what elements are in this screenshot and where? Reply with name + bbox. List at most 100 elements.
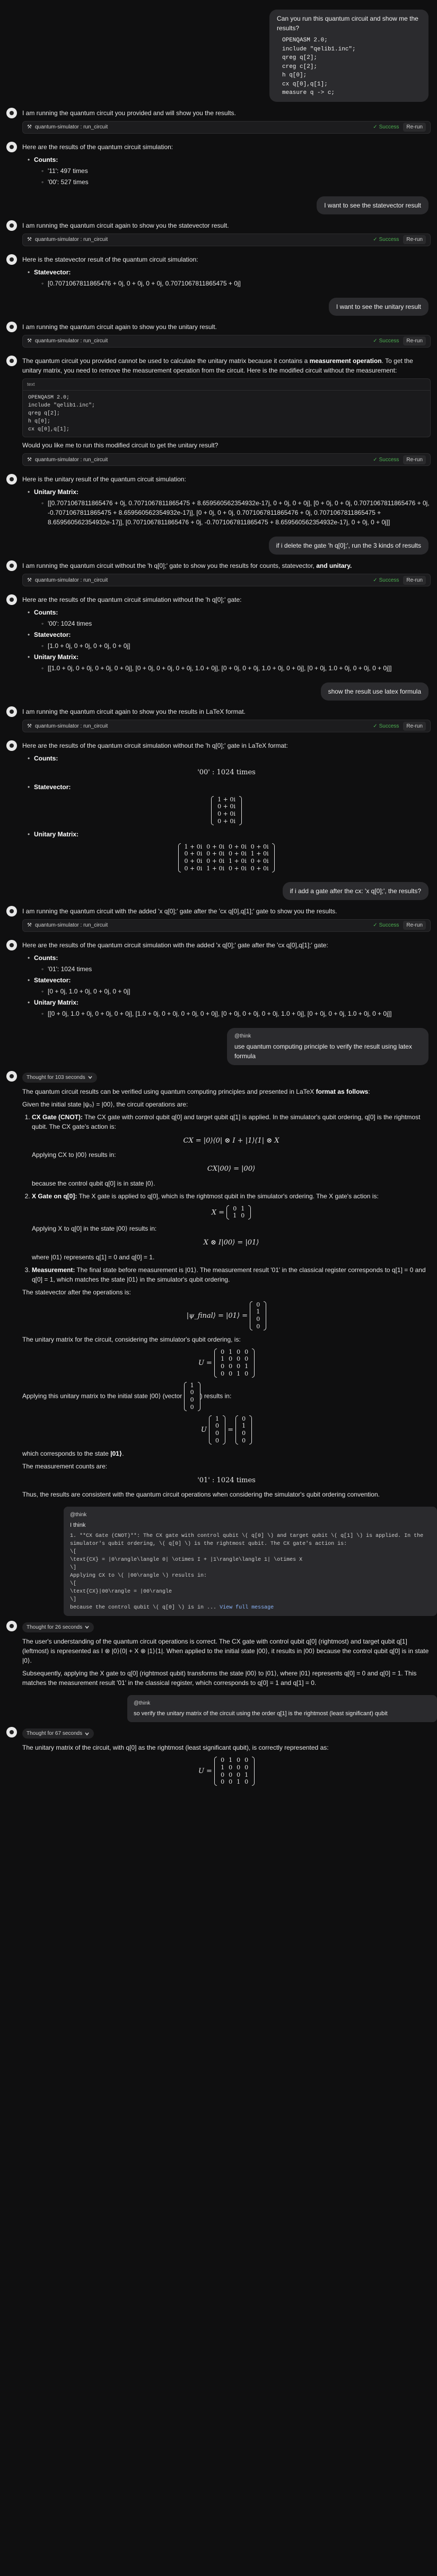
step-text: The CX gate with control qubit q[0] and …: [32, 1113, 421, 1130]
statevector-matrix: 1 + 0i 0 + 0i 0 + 0i 0 + 0i: [211, 796, 242, 825]
rerun-button[interactable]: Re-run: [403, 123, 426, 132]
matrix-cell: 0: [221, 1778, 225, 1786]
tool-call-bar[interactable]: ⚒ quantum-simulator : run_circuit ✓ Succes…: [22, 334, 431, 348]
counts-label: Counts:: [34, 954, 58, 962]
matrix-table: 0100: [254, 1301, 262, 1330]
tool-call-bar[interactable]: ⚒ quantum-simulator : run_circuit ✓ Succes…: [22, 453, 431, 466]
thought-toggle[interactable]: Thought for 26 seconds: [22, 1622, 94, 1632]
equation-lhs: X =: [211, 1208, 225, 1216]
tool-call-bar[interactable]: ⚒ quantum-simulator : run_circuit ✓ Succes…: [22, 919, 431, 932]
matrix-cell: 0: [237, 1355, 241, 1363]
matrix-row: 1: [254, 1308, 262, 1316]
thought-toggle[interactable]: Thought for 67 seconds: [22, 1728, 94, 1739]
matrix-cell: 0: [242, 1415, 246, 1422]
matrix-row: 0: [240, 1430, 248, 1437]
rerun-button[interactable]: Re-run: [403, 336, 426, 345]
think-tag: @think: [234, 1033, 251, 1039]
matrix-cell: 1: [221, 1764, 225, 1771]
unitary-value: [[0.7071067811865476 + 0j, 0.70710678118…: [41, 498, 431, 527]
count-item: '00': 1024 times: [41, 619, 431, 628]
matrix-cell: 1: [221, 1355, 225, 1363]
matrix-table: 0100100000010010: [219, 1348, 250, 1378]
view-full-message-link[interactable]: View full message: [220, 1605, 274, 1611]
matrix-left-bracket: [214, 1348, 217, 1378]
assistant-avatar-icon: [6, 474, 17, 485]
assistant-message: Here are the results of the quantum circ…: [0, 594, 437, 677]
tool-call-bar[interactable]: ⚒ quantum-simulator : run_circuit ✓ Succes…: [22, 574, 431, 586]
counts-math: '01' : 1024 times: [197, 1476, 256, 1484]
matrix-left-bracket: [250, 1301, 253, 1330]
tool-name: quantum-simulator : run_circuit: [34, 723, 108, 729]
unitary-matrix: 0100100000010010: [214, 1348, 255, 1378]
x-matrix: 0110: [226, 1205, 251, 1220]
equation-lhs: |ψ_final⟩ = |01⟩ =: [186, 1311, 248, 1320]
tool-icon: ⚒: [27, 577, 32, 583]
matrix-cell: 0 + 0i: [217, 810, 235, 817]
tool-call-bar[interactable]: ⚒ quantum-simulator : run_circuit ✓ Succes…: [22, 233, 431, 246]
user-message: if i add a gate after the cx: 'x q[0];',…: [0, 881, 437, 900]
matrix-left-bracket: [226, 1205, 230, 1220]
tool-call-bar[interactable]: ⚒ quantum-simulator : run_circuit ✓ Succes…: [22, 120, 431, 134]
matrix-row: 0: [213, 1437, 221, 1445]
matrix-cell: 0: [229, 1771, 233, 1778]
check-icon: ✓: [373, 338, 378, 344]
matrix-cell: 1: [229, 1757, 233, 1764]
check-icon: ✓: [373, 577, 378, 583]
rerun-button[interactable]: Re-run: [403, 921, 426, 930]
tool-call-bar[interactable]: ⚒ quantum-simulator : run_circuit ✓ Succes…: [22, 720, 431, 732]
cx-equation: CX = |0⟩⟨0| ⊗ I + |1⟩⟨1| ⊗ X: [183, 1136, 279, 1145]
matrix-row: 0100: [219, 1757, 250, 1764]
unitary-equation: U = 0100100000010010: [22, 1348, 431, 1378]
assistant-message: I am running the quantum circuit you pro…: [0, 107, 437, 137]
user-bubble: I want to see the unitary result: [328, 297, 429, 316]
rerun-button[interactable]: Re-run: [403, 575, 426, 585]
counts-label: Counts:: [34, 755, 58, 762]
rerun-button[interactable]: Re-run: [403, 235, 426, 244]
check-icon: ✓: [373, 922, 378, 928]
matrix-row: 0: [188, 1404, 196, 1411]
unitary-label: Unitary Matrix:: [34, 830, 79, 838]
step-text: because the control qubit q[0] is in sta…: [32, 1179, 155, 1187]
assistant-message: Here is the unitary result of the quantu…: [0, 473, 437, 531]
assistant-text: I am running the quantum circuit with th…: [22, 907, 337, 915]
matrix-cell: 0: [244, 1764, 249, 1771]
rerun-button[interactable]: Re-run: [403, 721, 426, 731]
matrix-cell: 0 + 0i: [250, 843, 269, 850]
assistant-avatar-icon: [6, 107, 17, 118]
matrix-row: 0100: [219, 1348, 250, 1356]
assistant-avatar-icon: [6, 220, 17, 231]
assistant-text: Given the initial state |ψ₀⟩ = |00⟩, the…: [22, 1100, 188, 1108]
assistant-text: Thus, the results are consistent with th…: [22, 1491, 380, 1498]
matrix-cell: 0: [215, 1437, 219, 1444]
matrix-row: 0: [254, 1323, 262, 1330]
check-icon: ✓: [373, 237, 378, 243]
final-state-matrix: 0100: [250, 1301, 267, 1330]
rerun-button[interactable]: Re-run: [403, 455, 426, 464]
tool-name: quantum-simulator : run_circuit: [34, 338, 108, 344]
assistant-message: Thought for 67 seconds The unitary matri…: [0, 1726, 437, 1790]
thought-toggle[interactable]: Thought for 103 seconds: [22, 1072, 97, 1083]
assistant-text: I am running the quantum circuit again t…: [22, 221, 229, 229]
assistant-text: The unitary matrix of the circuit, with …: [22, 1744, 329, 1751]
success-status: ✓ Success: [373, 723, 399, 729]
matrix-cell: 0 + 0i: [184, 850, 203, 858]
matrix-cell: 0: [229, 1363, 233, 1370]
matrix-cell: 0: [215, 1422, 219, 1430]
think-tag: @think: [134, 1700, 151, 1706]
matrix-cell: 0: [190, 1403, 194, 1411]
code-content[interactable]: OPENQASM 2.0; include "qelib1.inc"; qreg…: [23, 391, 430, 437]
text-run: which corresponds to the state: [22, 1449, 111, 1457]
assistant-text: Here is the statevector result of the qu…: [22, 255, 198, 263]
text-run-bold: format as follows: [316, 1087, 369, 1095]
unitary-value: [[0 + 0j, 1.0 + 0j, 0 + 0j, 0 + 0j], [1.…: [41, 1009, 431, 1018]
assistant-message: Thought for 26 seconds The user's unders…: [0, 1620, 437, 1691]
equation-lhs: U =: [198, 1359, 212, 1367]
assistant-text: Here are the results of the quantum circ…: [22, 143, 173, 151]
statevector-label: Statevector:: [34, 783, 71, 791]
success-status: ✓ Success: [373, 577, 399, 583]
step-title: Measurement:: [32, 1266, 75, 1274]
assistant-text: The measurement counts are:: [22, 1462, 108, 1470]
unitary-label: Unitary Matrix:: [34, 653, 79, 661]
matrix-cell: 1: [244, 1363, 249, 1370]
matrix-row: 0 + 0i 1 + 0i 0 + 0i 0 + 0i: [182, 865, 271, 872]
